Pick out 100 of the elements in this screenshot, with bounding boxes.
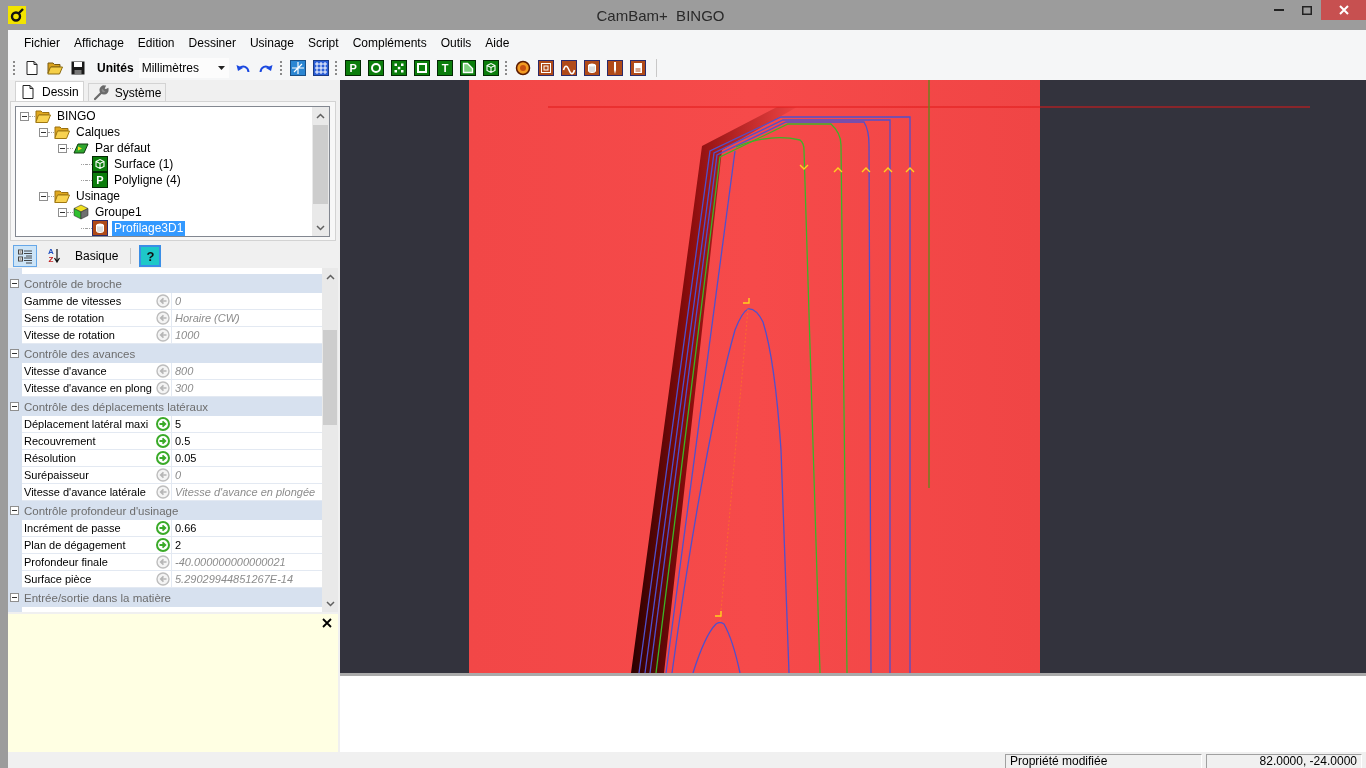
property-value[interactable]: 5 bbox=[175, 418, 182, 430]
property-name: Vitesse d'avance bbox=[24, 365, 107, 377]
collapse-toggle-icon[interactable] bbox=[58, 143, 67, 153]
panel-tab[interactable]: Dessin bbox=[15, 81, 84, 101]
snap-button[interactable] bbox=[290, 60, 307, 76]
region-button[interactable] bbox=[460, 60, 477, 76]
region-icon bbox=[460, 60, 477, 76]
chevron-down-icon[interactable] bbox=[316, 224, 325, 231]
circle-button[interactable] bbox=[368, 60, 385, 76]
close-icon bbox=[1338, 5, 1349, 15]
property-value[interactable]: Vitesse d'avance en plongée bbox=[175, 486, 316, 498]
property-value[interactable]: 5.29029944851267E-14 bbox=[175, 573, 294, 585]
property-name: Gamme de vitesses bbox=[24, 295, 122, 307]
collapse-toggle-icon[interactable] bbox=[39, 127, 48, 137]
menu-item[interactable]: Affichage bbox=[67, 33, 131, 53]
collapse-toggle-icon[interactable] bbox=[10, 506, 19, 515]
rectangle-button[interactable] bbox=[414, 60, 431, 76]
cylinder-icon bbox=[584, 60, 601, 76]
units-dropdown[interactable]: Millimètres bbox=[138, 58, 229, 78]
drill-button[interactable] bbox=[584, 60, 601, 76]
nc-file-button[interactable] bbox=[630, 60, 647, 76]
caret-down-icon bbox=[217, 66, 225, 70]
property-value[interactable]: 0 bbox=[175, 469, 182, 481]
open-button[interactable] bbox=[46, 60, 63, 76]
collapse-toggle-icon[interactable] bbox=[10, 349, 19, 358]
cube-icon bbox=[73, 204, 89, 220]
menu-item[interactable]: Dessiner bbox=[181, 33, 243, 53]
property-value[interactable]: -40.000000000000021 bbox=[175, 556, 286, 568]
3d-viewport[interactable] bbox=[340, 80, 1366, 673]
scrollbar-thumb[interactable] bbox=[313, 125, 328, 204]
circle-icon bbox=[368, 60, 385, 76]
chevron-up-icon[interactable] bbox=[325, 273, 335, 280]
tree-item[interactable]: Par défaut bbox=[93, 140, 153, 156]
menu-item[interactable]: Script bbox=[300, 33, 346, 53]
categorized-view-button[interactable] bbox=[13, 245, 37, 267]
close-help-button[interactable] bbox=[322, 618, 332, 628]
property-name: Profondeur finale bbox=[24, 556, 108, 568]
chevron-up-icon[interactable] bbox=[316, 112, 325, 119]
menu-item[interactable]: Compléments bbox=[345, 33, 434, 53]
vertical-scrollbar[interactable] bbox=[322, 268, 338, 612]
polyline-button[interactable]: P bbox=[345, 60, 362, 76]
tree-item[interactable]: BINGO bbox=[55, 108, 98, 124]
tree-item[interactable]: Surface (1) bbox=[112, 156, 176, 172]
menu-item[interactable]: Edition bbox=[130, 33, 182, 53]
property-value[interactable]: 0.05 bbox=[175, 452, 197, 464]
property-value[interactable]: 1000 bbox=[175, 329, 200, 341]
property-value[interactable]: 800 bbox=[175, 365, 194, 377]
sort-alphabetical-button[interactable]: A Z bbox=[43, 245, 65, 267]
scrollbar-thumb[interactable] bbox=[323, 330, 337, 425]
property-value[interactable]: 0.66 bbox=[175, 522, 197, 534]
property-value[interactable]: 0.5 bbox=[175, 435, 191, 447]
pocket-button[interactable] bbox=[538, 60, 555, 76]
property-value[interactable]: 2 bbox=[175, 539, 182, 551]
panel-tab[interactable]: Système bbox=[87, 83, 167, 101]
profile-button[interactable] bbox=[515, 60, 532, 76]
collapse-toggle-icon[interactable] bbox=[10, 593, 19, 602]
engrave-button[interactable] bbox=[561, 60, 578, 76]
page-icon bbox=[20, 83, 36, 100]
maximize-icon bbox=[1302, 5, 1312, 15]
text-button[interactable]: T bbox=[437, 60, 454, 76]
collapse-toggle-icon[interactable] bbox=[10, 402, 19, 411]
save-button[interactable] bbox=[69, 60, 86, 76]
help-button[interactable]: ? bbox=[139, 245, 162, 267]
menu-item[interactable]: Outils bbox=[433, 33, 479, 53]
property-value[interactable]: Horaire (CW) bbox=[175, 312, 240, 324]
chevron-down-icon[interactable] bbox=[325, 600, 335, 607]
tree-item[interactable]: Calques bbox=[74, 124, 123, 140]
collapse-toggle-icon[interactable] bbox=[39, 191, 48, 201]
document-icon bbox=[630, 60, 647, 76]
tree-item[interactable]: Groupe1 bbox=[93, 204, 144, 220]
property-name: Vitesse de rotation bbox=[24, 329, 115, 341]
property-value[interactable]: 300 bbox=[175, 382, 194, 394]
collapse-toggle-icon[interactable] bbox=[58, 207, 67, 217]
tree-item[interactable]: Usinage bbox=[74, 188, 123, 204]
collapse-toggle-icon[interactable] bbox=[10, 279, 19, 288]
toolbar-grip[interactable] bbox=[334, 60, 337, 76]
collapse-toggle-icon[interactable] bbox=[20, 111, 29, 121]
property-value[interactable]: 0 bbox=[175, 295, 182, 307]
menu-item[interactable]: Usinage bbox=[242, 33, 301, 53]
folder-icon bbox=[54, 124, 70, 140]
close-button[interactable] bbox=[1321, 0, 1366, 20]
grid-icon bbox=[313, 60, 330, 76]
property-name: Recouvrement bbox=[24, 435, 96, 447]
category-label: Contrôle profondeur d'usinage bbox=[24, 504, 179, 517]
toolbar-grip[interactable] bbox=[279, 60, 282, 76]
new-file-button[interactable] bbox=[23, 60, 40, 76]
cube-icon bbox=[483, 60, 500, 76]
grid-button[interactable] bbox=[313, 60, 330, 76]
points-button[interactable] bbox=[391, 60, 408, 76]
property-name: Vitesse d'avance en plong bbox=[24, 382, 152, 394]
vertical-scrollbar[interactable] bbox=[312, 107, 329, 236]
wrench-icon bbox=[92, 84, 109, 101]
menu-item[interactable]: Aide bbox=[478, 33, 517, 53]
tree-item[interactable]: Polyligne (4) bbox=[112, 172, 183, 188]
basic-mode-button[interactable]: Basique bbox=[71, 245, 123, 267]
menu-item[interactable]: Fichier bbox=[17, 33, 67, 53]
page-icon bbox=[23, 60, 40, 76]
drill-bit-button[interactable] bbox=[607, 60, 624, 76]
surface-button[interactable] bbox=[483, 60, 500, 76]
toolbar-grip[interactable] bbox=[504, 60, 507, 76]
